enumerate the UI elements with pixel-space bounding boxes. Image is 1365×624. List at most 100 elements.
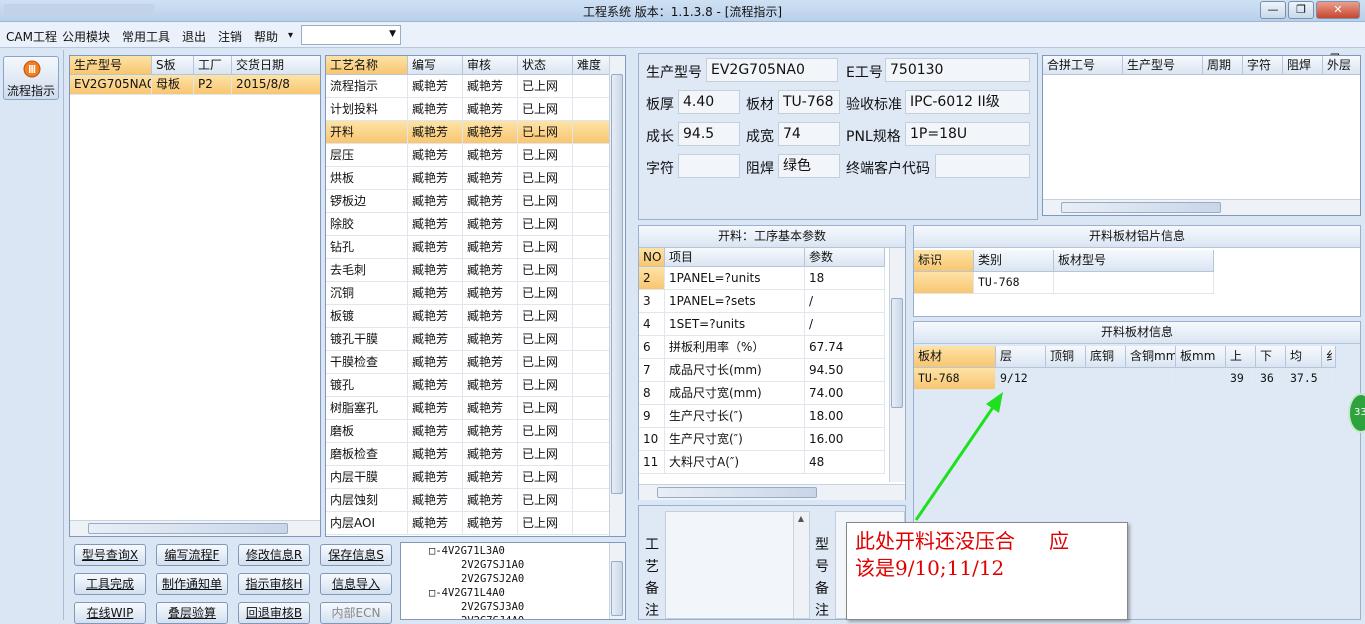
process-cell[interactable]: 臧艳芳 <box>408 190 463 213</box>
tree-node[interactable]: 2V2G7SJ4A0 <box>461 615 524 619</box>
params-cell[interactable]: 大料尺寸A(″) <box>665 451 805 474</box>
process-cell[interactable]: 臧艳芳 <box>408 305 463 328</box>
process-cell[interactable]: 树脂塞孔 <box>326 397 408 420</box>
process-cell[interactable]: 去毛刺 <box>326 259 408 282</box>
tree-node[interactable]: 2V2G7SJ3A0 <box>461 601 524 613</box>
board-header-9[interactable]: 纟 <box>1322 346 1336 368</box>
process-cell[interactable] <box>573 489 610 512</box>
process-cell[interactable]: 臧艳芳 <box>408 213 463 236</box>
process-cell[interactable]: 臧艳芳 <box>463 167 518 190</box>
thick-field[interactable]: 4.40 <box>678 90 740 114</box>
board-cell[interactable] <box>1322 368 1336 390</box>
process-cell[interactable] <box>573 282 610 305</box>
process-cell[interactable] <box>573 420 610 443</box>
menu-exit[interactable]: 退出 <box>182 28 206 45</box>
action-button-0-1[interactable]: 编写流程F <box>156 544 228 566</box>
process-cell[interactable]: 臧艳芳 <box>408 121 463 144</box>
process-cell[interactable]: 已上网 <box>518 236 573 259</box>
process-cell[interactable]: 臧艳芳 <box>463 213 518 236</box>
board-header-2[interactable]: 顶铜 <box>1046 346 1086 368</box>
params-cell[interactable]: / <box>805 290 885 313</box>
combine-header-3[interactable]: 字符 <box>1243 56 1283 75</box>
process-cell[interactable]: 镀孔干膜 <box>326 328 408 351</box>
process-cell[interactable]: 臧艳芳 <box>408 328 463 351</box>
process-cell[interactable]: 已上网 <box>518 121 573 144</box>
process-cell[interactable]: 臧艳芳 <box>463 328 518 351</box>
eno-field[interactable]: 750130 <box>885 58 1030 82</box>
foil-header-1[interactable]: 类别 <box>974 250 1054 272</box>
action-button-2-1[interactable]: 叠层验算 <box>156 602 228 624</box>
combine-header-0[interactable]: 合拼工号 <box>1043 56 1123 75</box>
process-cell[interactable]: 磨板 <box>326 420 408 443</box>
params-cell[interactable]: 11 <box>639 451 665 474</box>
process-cell[interactable] <box>573 466 610 489</box>
memo-scrollbar[interactable]: ▲ <box>793 512 809 618</box>
process-cell[interactable]: 臧艳芳 <box>408 397 463 420</box>
process-cell[interactable]: 臧艳芳 <box>463 190 518 213</box>
foil-header-0[interactable]: 标识 <box>914 250 974 272</box>
combine-header-2[interactable]: 周期 <box>1203 56 1243 75</box>
board-header-5[interactable]: 板mm <box>1176 346 1226 368</box>
params-cell[interactable]: 48 <box>805 451 885 474</box>
orders-header-3[interactable]: 交货日期 <box>232 56 320 75</box>
process-cell[interactable] <box>573 236 610 259</box>
process-cell[interactable]: 臧艳芳 <box>463 305 518 328</box>
nav-flow-button[interactable]: 流程指示 <box>3 56 59 100</box>
board-cell[interactable] <box>1046 368 1086 390</box>
process-cell[interactable]: 臧艳芳 <box>408 98 463 121</box>
action-button-1-3[interactable]: 信息导入 <box>320 573 392 595</box>
process-cell[interactable] <box>573 374 610 397</box>
process-cell[interactable]: 臧艳芳 <box>463 351 518 374</box>
board-cell[interactable]: 37.5 <box>1286 368 1322 390</box>
width-field[interactable]: 74 <box>778 122 840 146</box>
menu-logout[interactable]: 注销 <box>218 28 242 45</box>
process-cell[interactable] <box>573 213 610 236</box>
process-cell[interactable]: 臧艳芳 <box>408 466 463 489</box>
minimize-button[interactable]: — <box>1260 1 1286 19</box>
process-cell[interactable]: 内层AOI <box>326 512 408 535</box>
params-cell[interactable]: 1SET=?units <box>665 313 805 336</box>
process-cell[interactable] <box>573 397 610 420</box>
combine-header-5[interactable]: 外层 <box>1323 56 1360 75</box>
process-cell[interactable]: 计划投料 <box>326 98 408 121</box>
process-cell[interactable]: 臧艳芳 <box>408 282 463 305</box>
process-cell[interactable]: 臧艳芳 <box>463 259 518 282</box>
board-header-8[interactable]: 均 <box>1286 346 1322 368</box>
process-cell[interactable]: 沉铜 <box>326 282 408 305</box>
process-cell[interactable]: 已上网 <box>518 512 573 535</box>
action-button-0-2[interactable]: 修改信息R <box>238 544 310 566</box>
mask-field[interactable]: 绿色 <box>778 154 840 178</box>
params-cell[interactable]: 8 <box>639 382 665 405</box>
process-cell[interactable] <box>573 351 610 374</box>
length-field[interactable]: 94.5 <box>678 122 740 146</box>
action-button-0-0[interactable]: 型号查询X <box>74 544 146 566</box>
process-cell[interactable] <box>573 144 610 167</box>
params-cell[interactable]: 成品尺寸宽(mm) <box>665 382 805 405</box>
process-cell[interactable]: 臧艳芳 <box>408 443 463 466</box>
process-cell[interactable]: 臧艳芳 <box>463 489 518 512</box>
board-cell[interactable] <box>1086 368 1126 390</box>
process-cell[interactable]: 已上网 <box>518 420 573 443</box>
process-cell[interactable] <box>573 512 610 535</box>
params-cell[interactable]: 3 <box>639 290 665 313</box>
orders-hscroll[interactable] <box>70 520 320 536</box>
process-cell[interactable]: 臧艳芳 <box>463 98 518 121</box>
process-cell[interactable]: 内层蚀刻 <box>326 489 408 512</box>
params-cell[interactable]: 1PANEL=?units <box>665 267 805 290</box>
action-button-0-3[interactable]: 保存信息S <box>320 544 392 566</box>
process-cell[interactable]: 已上网 <box>518 305 573 328</box>
params-cell[interactable]: 18.00 <box>805 405 885 428</box>
board-cell[interactable] <box>1176 368 1226 390</box>
pnl-field[interactable]: 1P=18U <box>905 122 1030 146</box>
process-cell[interactable]: 已上网 <box>518 351 573 374</box>
process-cell[interactable]: 臧艳芳 <box>408 420 463 443</box>
process-cell[interactable]: 臧艳芳 <box>408 374 463 397</box>
process-header-3[interactable]: 状态 <box>518 56 573 75</box>
process-cell[interactable]: 已上网 <box>518 374 573 397</box>
params-cell[interactable]: 67.74 <box>805 336 885 359</box>
board-header-1[interactable]: 层 <box>996 346 1046 368</box>
process-cell[interactable]: 板镀 <box>326 305 408 328</box>
menu-public[interactable]: 公用模块 <box>62 28 110 45</box>
menu-tools[interactable]: 常用工具 <box>122 28 170 45</box>
process-cell[interactable]: 臧艳芳 <box>463 121 518 144</box>
